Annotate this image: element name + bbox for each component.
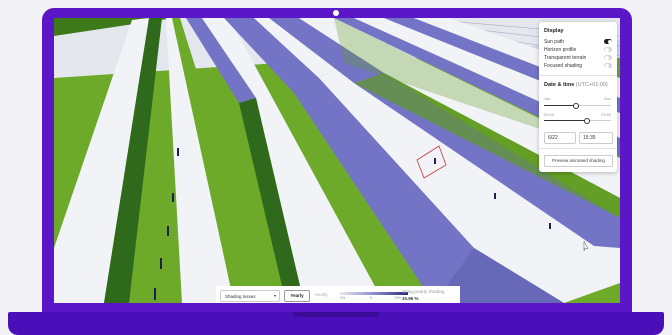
toggle-label: Sun path — [544, 39, 565, 45]
time-slider[interactable] — [544, 118, 611, 124]
timezone-label: (UTC+01:00) — [575, 82, 608, 88]
focused-shading-toggle[interactable] — [604, 63, 612, 68]
datetime-section-title: Date & time (UTC+01:00) — [544, 82, 608, 88]
display-settings-panel: Display Sun path Horizon profile Transpa… — [539, 22, 617, 172]
month-start-label: Jan — [544, 96, 551, 101]
toggle-row-horizon[interactable]: Horizon profile — [544, 46, 612, 54]
shading-mode-select[interactable]: Shading losses ▾ — [220, 290, 280, 302]
shading-legend-gradient — [340, 292, 408, 295]
time-start-label: 00:00 — [544, 112, 555, 117]
transparent-terrain-toggle[interactable] — [604, 55, 612, 60]
date-input[interactable]: 6/22 — [544, 132, 576, 144]
yearly-tab[interactable]: Yearly — [284, 290, 310, 302]
panel-divider — [539, 148, 617, 149]
time-value: 15:35 — [583, 135, 596, 141]
3d-viewport[interactable] — [54, 18, 620, 303]
toggle-row-terrain[interactable]: Transparent terrain — [544, 54, 612, 62]
panel-divider — [539, 75, 617, 76]
datetime-title: Date & time — [544, 82, 575, 88]
month-slider-handle[interactable] — [573, 103, 580, 109]
toggle-label: Horizon profile — [544, 47, 577, 53]
display-section-title: Display — [544, 28, 564, 34]
string-shading-label: String yearly shading — [402, 289, 445, 294]
hourly-tab[interactable]: Hourly — [310, 290, 332, 300]
toggle-row-sun-path[interactable]: Sun path — [544, 38, 612, 46]
shading-mode-value: Shading losses — [225, 293, 256, 299]
horizon-profile-toggle[interactable] — [604, 47, 612, 52]
month-slider[interactable] — [544, 103, 611, 109]
toggle-label: Focused shading — [544, 63, 583, 69]
shading-toolbar: Shading losses ▾ Yearly Hourly 0% 5 10% … — [216, 286, 460, 303]
toggle-row-focused[interactable]: Focused shading — [544, 62, 612, 70]
time-end-label: 23:59 — [601, 112, 612, 117]
solar-scene[interactable] — [54, 18, 620, 303]
string-shading-value: 10.96 % — [402, 296, 419, 301]
time-input[interactable]: 15:35 — [579, 132, 613, 144]
date-value: 6/22 — [548, 135, 558, 141]
webcam-dot — [333, 10, 339, 16]
toggle-label: Transparent terrain — [544, 55, 587, 61]
month-slider-fill — [544, 105, 576, 106]
legend-tick: 0% — [340, 296, 346, 300]
laptop-base-notch — [292, 312, 380, 317]
month-end-label: Dec — [604, 96, 612, 101]
time-slider-fill — [544, 120, 586, 121]
preview-animated-shading-button[interactable]: Preview animated shading — [544, 155, 613, 167]
legend-tick: 5 — [370, 296, 372, 300]
legend-tick: 10% — [394, 296, 402, 300]
sun-path-toggle[interactable] — [604, 39, 612, 44]
chevron-down-icon: ▾ — [273, 293, 276, 298]
time-slider-handle[interactable] — [583, 118, 590, 124]
